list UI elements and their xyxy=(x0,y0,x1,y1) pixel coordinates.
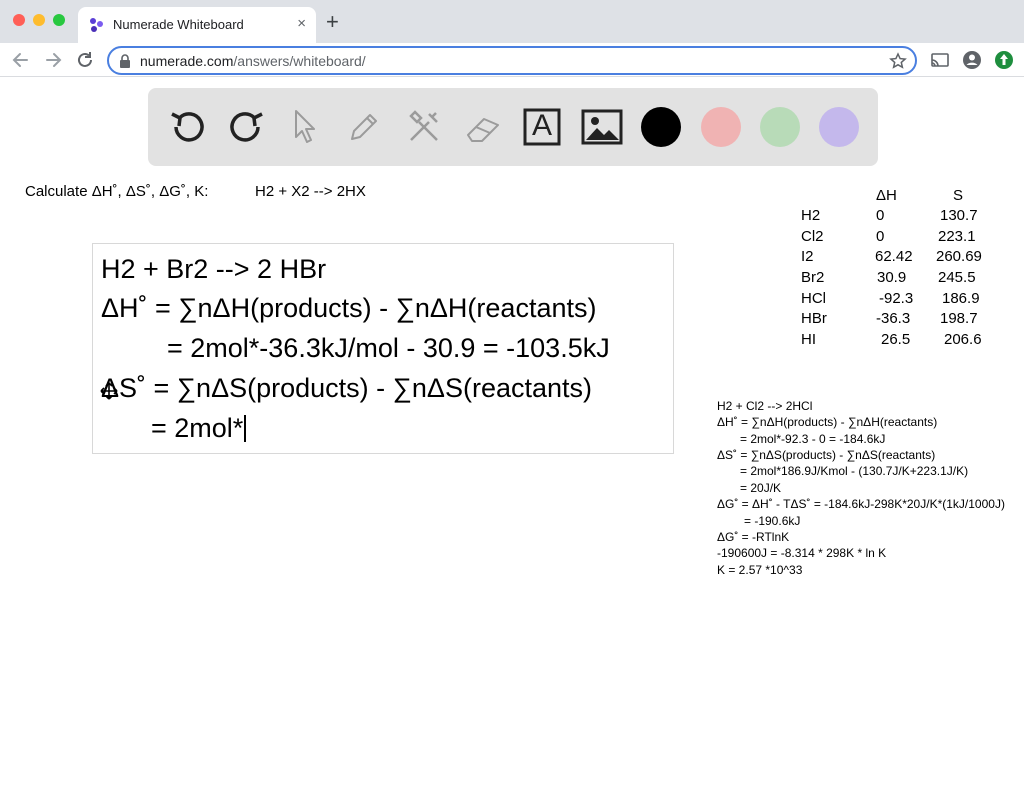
color-swatch-black[interactable] xyxy=(641,107,681,147)
table-row-species: Cl2 xyxy=(801,228,824,245)
example-line: K = 2.57 *10^33 xyxy=(717,563,803,577)
table-row-dh: 62.42 xyxy=(875,248,913,265)
table-row-s: 223.1 xyxy=(938,228,976,245)
color-swatch-green[interactable] xyxy=(760,107,800,147)
maximize-window-button[interactable] xyxy=(53,14,65,26)
lock-icon xyxy=(120,54,130,68)
reload-icon[interactable] xyxy=(74,49,96,71)
example-line: -190600J = -8.314 * 298K * ln K xyxy=(717,546,887,560)
text-editor-box[interactable]: H2 + Br2 --> 2 HBr ΔH˚ = ∑nΔH(products) … xyxy=(92,243,674,454)
example-line: = 2mol*-92.3 - 0 = -184.6kJ xyxy=(740,432,886,446)
color-swatch-pink[interactable] xyxy=(701,107,741,147)
back-arrow-icon[interactable] xyxy=(10,49,32,71)
redo-icon[interactable] xyxy=(224,105,268,149)
url-path: /answers/whiteboard/ xyxy=(233,53,366,69)
numerade-logo-icon xyxy=(90,18,103,32)
editor-line-5-text: = 2mol* xyxy=(151,413,244,443)
example-line: = 20J/K xyxy=(740,481,782,495)
browser-titlebar: Numerade Whiteboard × + xyxy=(0,0,1024,43)
table-row-species: I2 xyxy=(801,248,814,265)
example-line: ΔG˚ = ΔH˚ - TΔS˚ = -184.6kJ-298K*20J/K*(… xyxy=(717,497,1005,511)
url-text: numerade.com/answers/whiteboard/ xyxy=(140,53,366,69)
table-row-s: 260.69 xyxy=(936,248,982,265)
table-row-dh: 0 xyxy=(876,228,885,245)
cast-icon[interactable] xyxy=(929,49,951,71)
table-row-species: HI xyxy=(801,331,816,348)
example-line: = 2mol*186.9J/Kmol - (130.7J/K+223.1J/K) xyxy=(740,464,969,478)
table-row-dh: 26.5 xyxy=(881,331,911,348)
pointer-icon[interactable] xyxy=(284,105,328,149)
table-row-dh: -36.3 xyxy=(876,310,911,327)
example-line: ΔG˚ = -RTlnK xyxy=(717,530,790,544)
color-swatch-purple[interactable] xyxy=(819,107,859,147)
image-icon[interactable] xyxy=(580,105,624,149)
table-row-s: 130.7 xyxy=(940,207,978,224)
tab-title: Numerade Whiteboard xyxy=(113,17,244,32)
table-row-dh: -92.3 xyxy=(879,290,914,307)
table-row-species: Br2 xyxy=(801,269,825,286)
calculate-prompt: Calculate ΔH˚, ΔS˚, ΔG˚, K: xyxy=(25,183,209,200)
editor-line-5: = 2mol* xyxy=(151,413,247,444)
text-caret xyxy=(244,415,247,442)
browser-navbar: numerade.com/answers/whiteboard/ xyxy=(0,43,1024,77)
table-row-s: 245.5 xyxy=(938,269,976,286)
new-tab-button[interactable]: + xyxy=(326,9,339,35)
table-row-species: H2 xyxy=(801,207,821,224)
table-row-s: 206.6 xyxy=(944,331,982,348)
forward-arrow-icon[interactable] xyxy=(42,49,64,71)
browser-tab[interactable]: Numerade Whiteboard × xyxy=(78,7,316,43)
table-row-species: HCl xyxy=(801,290,826,307)
table-row-s: 198.7 xyxy=(940,310,978,327)
editor-line-1: H2 + Br2 --> 2 HBr xyxy=(101,254,327,284)
example-line: ΔS˚ = ∑nΔS(products) - ∑nΔS(reactants) xyxy=(717,448,936,462)
move-handle-icon[interactable] xyxy=(100,382,118,400)
example-line: H2 + Cl2 --> 2HCl xyxy=(717,399,813,413)
close-window-button[interactable] xyxy=(13,14,25,26)
eraser-icon[interactable] xyxy=(462,105,506,149)
editor-line-4: ΔS˚ = ∑nΔS(products) - ∑nΔS(reactants) xyxy=(101,373,592,403)
text-icon[interactable]: A xyxy=(520,105,564,149)
table-row-dh: 0 xyxy=(876,207,885,224)
bookmark-star-icon[interactable] xyxy=(889,52,907,70)
whiteboard-toolbar: A xyxy=(148,88,878,166)
general-reaction: H2 + X2 --> 2HX xyxy=(255,183,366,200)
url-host: numerade.com xyxy=(140,53,234,69)
table-header-s: S xyxy=(953,187,964,204)
example-line: ΔH˚ = ∑nΔH(products) - ∑nΔH(reactants) xyxy=(717,415,938,429)
extension-update-icon[interactable] xyxy=(993,49,1015,71)
table-header-dh: ΔH xyxy=(876,187,897,204)
editor-line-3: = 2mol*-36.3kJ/mol - 30.9 = -103.5kJ xyxy=(167,333,610,363)
minimize-window-button[interactable] xyxy=(33,14,45,26)
profile-icon[interactable] xyxy=(961,49,983,71)
text-tool-glyph: A xyxy=(531,109,552,142)
pen-icon[interactable] xyxy=(342,105,386,149)
address-bar[interactable]: numerade.com/answers/whiteboard/ xyxy=(107,46,917,75)
tab-close-button[interactable]: × xyxy=(297,15,306,32)
tools-icon[interactable] xyxy=(402,105,446,149)
example-line: = -190.6kJ xyxy=(744,514,801,528)
table-row-species: HBr xyxy=(801,310,827,327)
table-row-s: 186.9 xyxy=(942,290,980,307)
undo-icon[interactable] xyxy=(166,105,210,149)
table-row-dh: 30.9 xyxy=(877,269,907,286)
editor-line-2: ΔH˚ = ∑nΔH(products) - ∑nΔH(reactants) xyxy=(101,293,597,323)
